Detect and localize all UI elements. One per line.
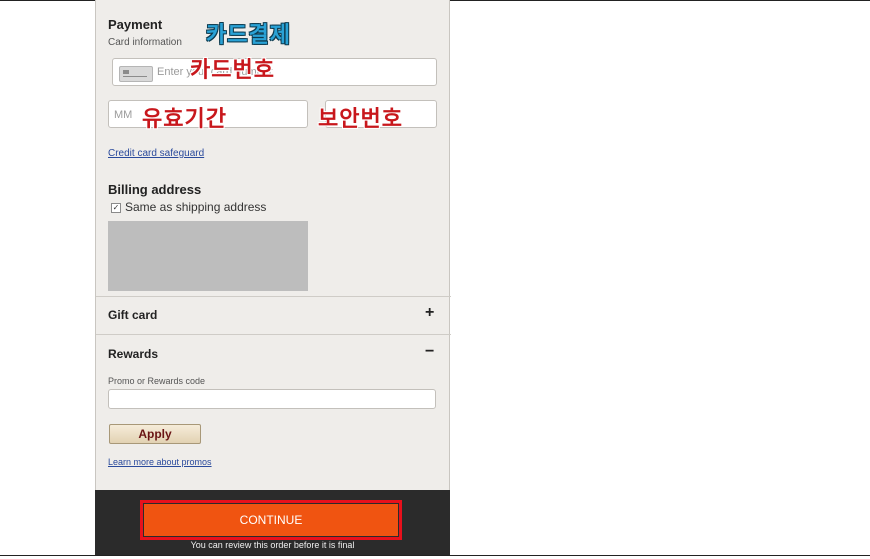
checkout-panel: Payment Card information 카드결제 Enter your… [95,0,451,555]
card-payment-annotation: 카드결제 [206,22,291,47]
continue-button[interactable]: CONTINUE [144,504,398,536]
minus-icon[interactable]: − [425,343,434,361]
apply-button[interactable]: Apply [109,424,201,444]
security-code-annotation: 보안번호 [318,106,403,131]
payment-form-card: Payment Card information 카드결제 Enter your… [95,0,451,490]
plus-icon[interactable]: + [425,304,434,322]
gift-card-section-header[interactable]: Gift card + [96,297,451,334]
card-number-annotation: 카드번호 [190,57,275,82]
same-as-shipping-label: Same as shipping address [125,200,267,214]
rewards-section-header[interactable]: Rewards − [96,335,451,371]
bottom-border-line [0,555,870,556]
rewards-title: Rewards [108,347,159,361]
credit-card-safeguard-link[interactable]: Credit card safeguard [108,148,204,159]
same-as-shipping-checkbox[interactable]: ✓ [111,203,121,213]
promo-code-input[interactable] [108,389,436,409]
billing-address-title: Billing address [108,182,202,197]
payment-title: Payment [108,17,163,32]
promo-code-label: Promo or Rewards code [108,376,206,386]
credit-card-icon [119,66,153,82]
learn-more-promos-link[interactable]: Learn more about promos [108,457,212,467]
review-order-note: You can review this order before it is f… [190,540,355,550]
gift-card-title: Gift card [108,308,158,322]
expiry-month-placeholder: MM [114,109,133,121]
billing-address-placeholder-block [108,221,308,291]
expiry-annotation: 유효기간 [142,106,227,131]
card-information-label: Card information [108,37,182,48]
